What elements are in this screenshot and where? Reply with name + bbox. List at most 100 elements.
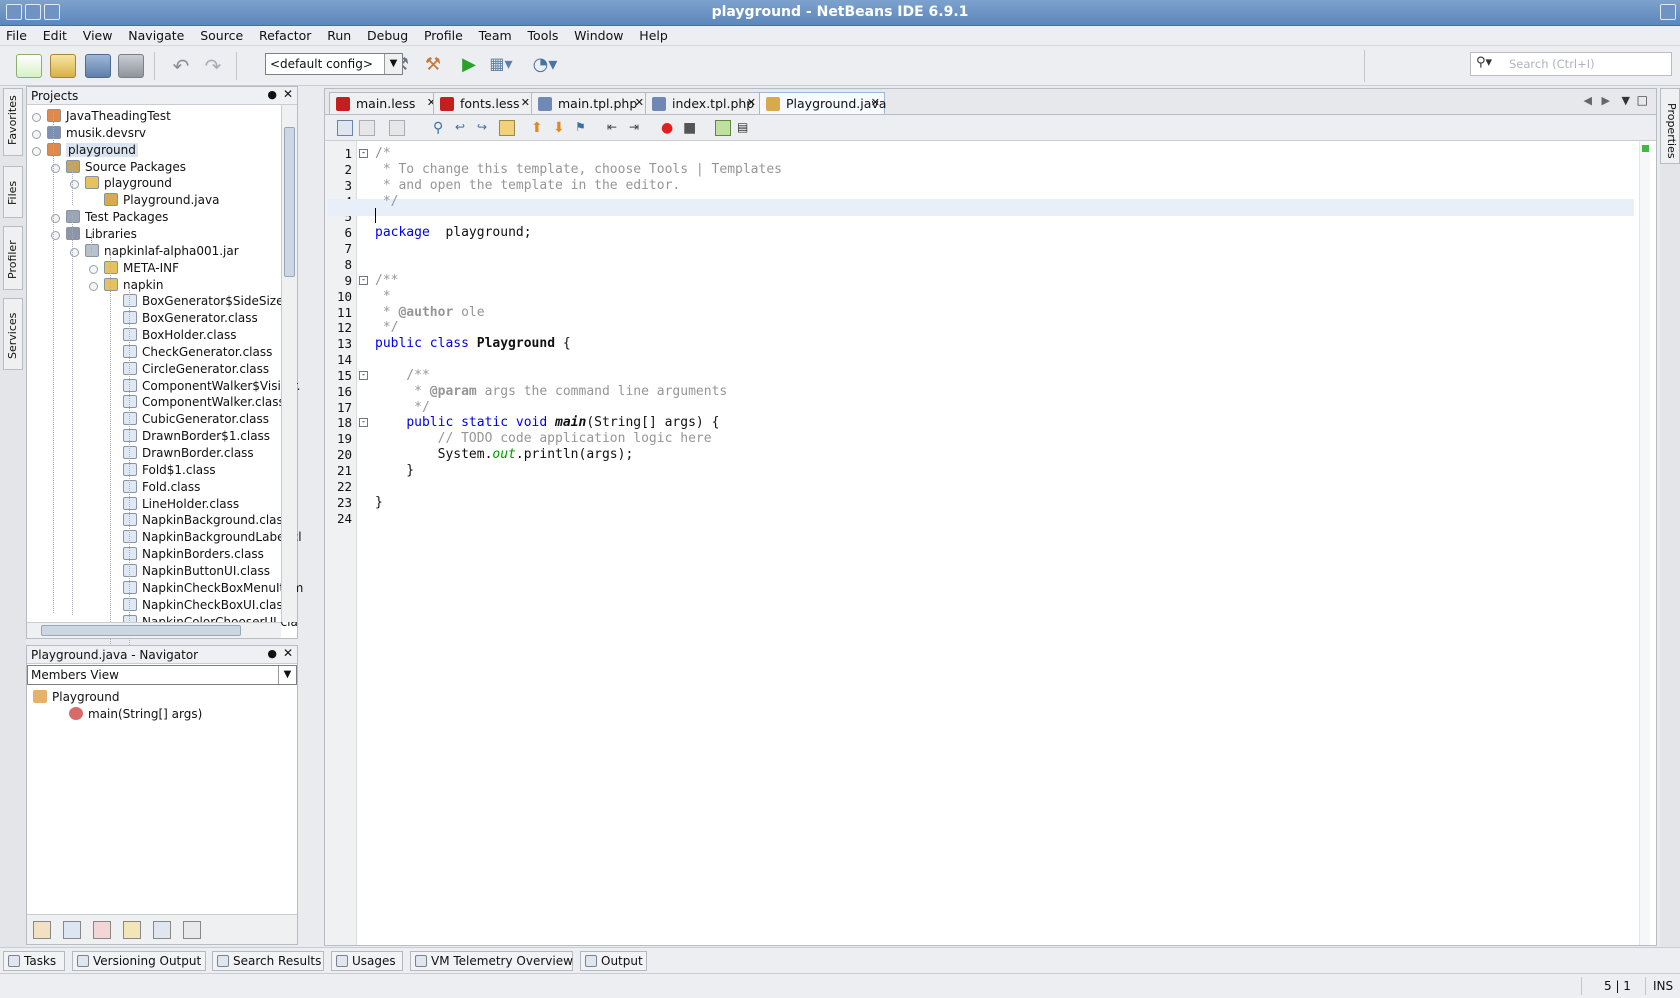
code-line[interactable]: */ <box>375 399 430 416</box>
expand-toggle-icon[interactable] <box>32 129 41 139</box>
scroll-thumb[interactable] <box>284 127 295 277</box>
tree-item[interactable]: BoxGenerator.class <box>123 311 258 329</box>
toggle-highlight-icon[interactable] <box>499 120 515 136</box>
close-tab-icon[interactable]: ✕ <box>871 96 880 109</box>
run-icon[interactable]: ▶ <box>456 54 482 78</box>
code-line[interactable]: } <box>375 462 414 479</box>
menu-run[interactable]: Run <box>321 26 357 43</box>
navigator-item-class[interactable]: Playground <box>33 690 119 708</box>
code-line[interactable]: * @author ole <box>375 304 485 321</box>
tab-versioning-output[interactable]: Versioning Output <box>72 951 206 971</box>
close-window-icon[interactable] <box>1660 4 1676 20</box>
code-line[interactable]: /* <box>375 145 391 162</box>
back-icon[interactable] <box>359 120 375 136</box>
filter-inherited-icon[interactable] <box>123 921 141 939</box>
sort-by-source-icon[interactable] <box>153 921 171 939</box>
code-line[interactable]: */ <box>375 193 399 210</box>
tree-item[interactable]: CheckGenerator.class <box>123 344 272 363</box>
tree-item[interactable]: Fold.class <box>123 479 200 498</box>
config-select[interactable]: <default config> ▼ <box>265 53 403 75</box>
code-area[interactable]: /* * To change this template, choose Too… <box>328 141 1634 945</box>
tree-item[interactable]: META-INF <box>89 260 179 279</box>
filter-static-icon[interactable] <box>63 921 81 939</box>
tab-main-less[interactable]: main.less ✕ <box>329 92 441 114</box>
shift-left-icon[interactable]: ⇤ <box>607 120 623 136</box>
tree-item[interactable]: NapkinBorders.class <box>123 547 264 565</box>
menu-edit[interactable]: Edit <box>37 26 73 43</box>
code-line[interactable]: package playground; <box>375 224 532 241</box>
tree-item[interactable]: ComponentWalker.class <box>123 395 285 413</box>
expand-toggle-icon[interactable] <box>89 281 98 291</box>
tree-item[interactable]: Playground.java <box>104 193 219 211</box>
close-tab-icon[interactable]: ✕ <box>521 96 530 109</box>
forward-icon[interactable] <box>389 120 405 136</box>
scroll-tabs-right-icon[interactable]: ▶ <box>1602 94 1610 107</box>
tab-playground-java[interactable]: Playground.java ✕ <box>759 92 886 114</box>
new-file-icon[interactable] <box>16 54 42 78</box>
tree-item[interactable]: BoxHolder.class <box>123 328 236 346</box>
members-view-select[interactable]: Members View ▼ <box>27 665 297 685</box>
stop-macro-icon[interactable]: ■ <box>683 120 699 136</box>
filter-fields-icon[interactable] <box>33 921 51 939</box>
tab-properties[interactable]: Properties <box>1660 88 1680 164</box>
filter-nonpublic-icon[interactable] <box>93 921 111 939</box>
toggle-bookmark-icon[interactable]: ⚑ <box>575 120 591 136</box>
fold-toggle-icon[interactable]: - <box>359 418 368 428</box>
open-project-icon[interactable] <box>85 54 111 78</box>
search-field[interactable]: ⚲▾ Search (Ctrl+I) <box>1470 52 1672 76</box>
tree-item[interactable]: ComponentWalker$Visitor. <box>123 378 300 397</box>
code-line[interactable]: * To change this template, choose Tools … <box>375 161 782 178</box>
close-tab-icon[interactable]: ✕ <box>635 96 644 109</box>
projects-hscrollbar[interactable] <box>27 622 281 638</box>
tree-item[interactable]: NapkinCheckBoxMenuItem <box>123 580 303 599</box>
code-line[interactable]: } <box>375 494 383 511</box>
hscroll-thumb[interactable] <box>41 625 241 636</box>
menu-refactor[interactable]: Refactor <box>253 26 317 43</box>
projects-vscrollbar[interactable] <box>281 105 297 622</box>
tab-usages[interactable]: Usages <box>331 951 403 971</box>
maximize-window-icon[interactable]: □ <box>1637 93 1648 107</box>
redo-icon[interactable]: ↷ <box>200 54 226 78</box>
record-macro-icon[interactable]: ● <box>661 120 677 136</box>
tree-item[interactable]: LineHolder.class <box>123 496 239 515</box>
code-line[interactable]: // TODO code application logic here <box>375 430 712 447</box>
menu-debug[interactable]: Debug <box>361 26 414 43</box>
code-line[interactable]: */ <box>375 319 399 336</box>
code-line[interactable]: /** <box>375 367 430 384</box>
tree-item[interactable]: musik.devsrv <box>32 125 146 144</box>
code-line[interactable]: * <box>375 288 391 305</box>
code-line[interactable]: public class Playground { <box>375 335 571 352</box>
code-line[interactable]: * and open the template in the editor. <box>375 177 680 194</box>
find-icon[interactable]: ⚲ <box>433 120 449 136</box>
clean-build-icon[interactable]: ⚒ <box>420 54 446 78</box>
find-previous-icon[interactable]: ↩ <box>455 120 471 136</box>
chevron-down-icon[interactable]: ▼ <box>278 666 296 684</box>
minimize-panel-icon[interactable]: ● <box>267 647 277 660</box>
tab-vm-telemetry[interactable]: VM Telemetry Overview <box>410 951 573 971</box>
tree-item[interactable]: NapkinButtonUI.class <box>123 563 270 582</box>
find-next-icon[interactable]: ↪ <box>477 120 493 136</box>
menu-navigate[interactable]: Navigate <box>122 26 190 43</box>
scroll-tabs-left-icon[interactable]: ◀ <box>1584 94 1592 107</box>
tree-item[interactable]: Source Packages <box>51 159 186 178</box>
tree-item[interactable]: playground <box>70 176 172 194</box>
previous-bookmark-icon[interactable]: ⬆ <box>531 120 547 136</box>
profile-icon[interactable]: ◔▾ <box>532 54 558 78</box>
minimize-panel-icon[interactable]: ● <box>267 88 277 101</box>
menu-source[interactable]: Source <box>194 26 249 43</box>
code-line[interactable]: public static void main(String[] args) { <box>375 414 719 431</box>
expand-toggle-icon[interactable] <box>32 146 41 156</box>
tree-item[interactable]: playground <box>32 142 138 161</box>
tree-item[interactable]: NapkinBackgroundLabel.cl <box>123 530 302 548</box>
fold-toggle-icon[interactable]: - <box>359 275 368 285</box>
code-line[interactable]: * @param args the command line arguments <box>375 383 727 400</box>
menu-view[interactable]: View <box>77 26 119 43</box>
tab-favorites[interactable]: Favorites <box>3 88 23 156</box>
tree-item[interactable]: Libraries <box>51 226 137 245</box>
tab-output[interactable]: Output <box>580 951 647 971</box>
tree-item[interactable]: CircleGenerator.class <box>123 361 269 380</box>
tree-item[interactable]: JavaTheadingTest <box>32 109 171 127</box>
menu-help[interactable]: Help <box>633 26 674 43</box>
tab-main-tpl-php[interactable]: main.tpl.php ✕ <box>531 92 649 114</box>
tab-services[interactable]: Services <box>3 298 23 370</box>
